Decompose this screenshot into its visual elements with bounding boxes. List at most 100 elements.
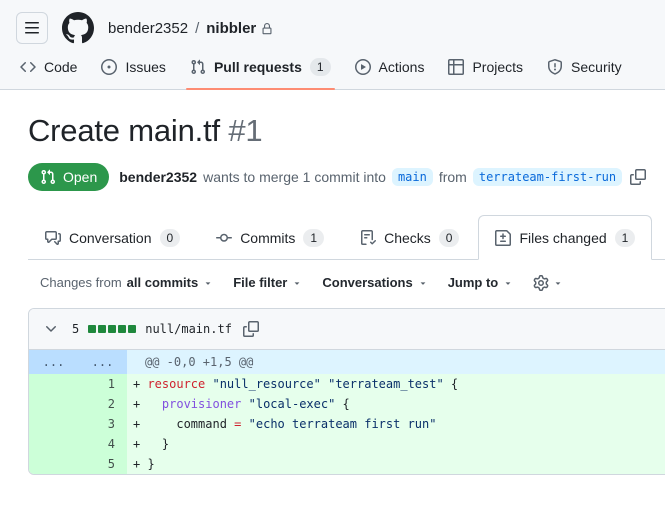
new-line-number-cell[interactable]: 3 xyxy=(78,413,127,434)
file-filter-label: File filter xyxy=(233,275,288,291)
checks-count-badge: 0 xyxy=(438,228,460,247)
diff-added-line: 3 + command = "echo terrateam first run" xyxy=(29,413,665,434)
tab-files-changed[interactable]: Files changed 1 xyxy=(478,214,653,260)
shield-icon xyxy=(547,59,563,75)
new-line-number-cell[interactable]: 2 xyxy=(78,393,127,414)
pr-title-text: Create main.tf xyxy=(28,113,220,148)
code-icon xyxy=(20,59,36,75)
git-commit-icon xyxy=(216,230,233,246)
triangle-down-icon xyxy=(553,278,563,288)
copy-file-path-button[interactable] xyxy=(242,320,259,337)
diff-file: 5 null/main.tf ... ... @@ -0,0 +1,5 @@ 1… xyxy=(28,307,665,475)
file-filter-dropdown[interactable]: File filter xyxy=(233,275,302,290)
file-diff-icon xyxy=(495,229,512,246)
diff-lines: 1 + resource "null_resource" "terrateam_t… xyxy=(29,373,665,474)
changes-from-dropdown[interactable]: Changes from all commits xyxy=(40,275,213,290)
nav-label: Pull requests xyxy=(213,59,302,75)
hamburger-menu-button[interactable] xyxy=(16,12,48,44)
copy-icon xyxy=(630,168,647,185)
old-line-number-cell[interactable] xyxy=(29,433,78,454)
diffstat-square xyxy=(98,324,107,333)
tab-label: Conversation xyxy=(69,229,152,246)
nav-item-projects[interactable]: Projects xyxy=(440,50,531,89)
pull-requests-count-badge: 1 xyxy=(309,58,331,76)
github-logo-icon[interactable] xyxy=(62,12,94,44)
breadcrumb-repo[interactable]: nibbler xyxy=(206,20,273,37)
tab-commits[interactable]: Commits 1 xyxy=(199,219,341,259)
conversations-dropdown[interactable]: Conversations xyxy=(322,275,427,290)
collapse-file-button[interactable] xyxy=(39,321,63,337)
code-line: + } xyxy=(127,433,665,454)
breadcrumb-owner[interactable]: bender2352 xyxy=(108,20,188,37)
pr-author[interactable]: bender2352 xyxy=(119,169,197,185)
diff-added-line: 4 + } xyxy=(29,433,665,454)
comment-discussion-icon xyxy=(45,230,61,246)
old-line-number-cell[interactable] xyxy=(29,393,78,414)
nav-label: Issues xyxy=(125,59,166,75)
base-branch-label[interactable]: main xyxy=(391,167,433,186)
tab-label: Checks xyxy=(384,229,431,246)
app-header: bender2352 / nibbler Code Issues Pull re… xyxy=(0,0,665,90)
additions-count: 5 xyxy=(72,321,80,336)
diff-added-line: 5 + } xyxy=(29,453,665,474)
nav-label: Actions xyxy=(378,59,425,75)
status-badge: Open xyxy=(28,162,110,191)
conversation-count-badge: 0 xyxy=(159,228,181,247)
copy-branch-button[interactable] xyxy=(630,168,647,185)
hunk-header-row: ... ... @@ -0,0 +1,5 @@ xyxy=(29,349,665,374)
new-line-number-cell[interactable]: 4 xyxy=(78,433,127,454)
diff-settings-dropdown[interactable] xyxy=(533,274,563,291)
conversations-label: Conversations xyxy=(322,275,413,291)
diff-filter-bar: Changes from all commits File filter Con… xyxy=(28,274,665,291)
top-bar: bender2352 / nibbler xyxy=(0,0,665,50)
status-label: Open xyxy=(63,168,98,185)
new-line-number-cell[interactable]: 5 xyxy=(78,453,127,474)
expand-hunk-new[interactable]: ... xyxy=(78,350,127,374)
breadcrumb-separator: / xyxy=(195,19,200,37)
old-line-number-cell[interactable] xyxy=(29,453,78,474)
hunk-gutter: ... ... xyxy=(29,349,127,374)
changes-from-label: Changes from xyxy=(40,275,122,291)
nav-label: Projects xyxy=(472,59,524,75)
diff-added-line: 2 + provisioner "local-exec" { xyxy=(29,393,665,414)
git-pull-request-icon xyxy=(190,59,206,75)
code-line: + resource "null_resource" "terrateam_te… xyxy=(127,373,665,394)
files-changed-count-badge: 1 xyxy=(614,228,636,247)
tab-label: Files changed xyxy=(519,229,607,246)
pr-tabnav: Conversation 0 Commits 1 Checks 0 Files … xyxy=(28,214,665,260)
nav-item-code[interactable]: Code xyxy=(12,50,85,89)
nav-item-issues[interactable]: Issues xyxy=(93,50,173,89)
diffstat-square xyxy=(108,324,117,333)
triangle-down-icon xyxy=(292,278,302,288)
merge-description: bender2352 wants to merge 1 commit into … xyxy=(119,167,647,186)
diffstat-square xyxy=(128,324,137,333)
file-path[interactable]: null/main.tf xyxy=(145,322,232,336)
nav-item-pull-requests[interactable]: Pull requests 1 xyxy=(182,50,339,90)
nav-item-actions[interactable]: Actions xyxy=(347,50,433,89)
git-pull-request-icon xyxy=(40,169,56,185)
old-line-number-cell[interactable] xyxy=(29,373,78,394)
head-branch-label[interactable]: terrateam-first-run xyxy=(472,167,623,186)
tab-conversation[interactable]: Conversation 0 xyxy=(28,219,197,259)
nav-item-security[interactable]: Security xyxy=(539,50,630,89)
nav-label: Code xyxy=(44,59,78,75)
jump-to-dropdown[interactable]: Jump to xyxy=(448,275,514,290)
tab-checks[interactable]: Checks 0 xyxy=(343,219,476,259)
active-nav-underline xyxy=(185,88,335,90)
new-line-number-cell[interactable]: 1 xyxy=(78,373,127,394)
repo-nav: Code Issues Pull requests 1 Actions Proj… xyxy=(0,50,665,90)
changes-from-value: all commits xyxy=(126,275,199,291)
gear-icon xyxy=(533,274,549,291)
expand-hunk-old[interactable]: ... xyxy=(29,350,78,374)
old-line-number-cell[interactable] xyxy=(29,413,78,434)
issue-opened-icon xyxy=(101,59,118,75)
triangle-down-icon xyxy=(418,278,428,288)
breadcrumb: bender2352 / nibbler xyxy=(108,20,273,37)
triangle-down-icon xyxy=(503,278,513,288)
repo-name: nibbler xyxy=(206,19,257,37)
pr-page: Create main.tf #1 Open bender2352 wants … xyxy=(0,90,665,475)
code-line: + command = "echo terrateam first run" xyxy=(127,413,665,434)
lock-icon xyxy=(261,22,273,35)
checklist-icon xyxy=(360,229,377,246)
project-table-icon xyxy=(448,59,465,75)
